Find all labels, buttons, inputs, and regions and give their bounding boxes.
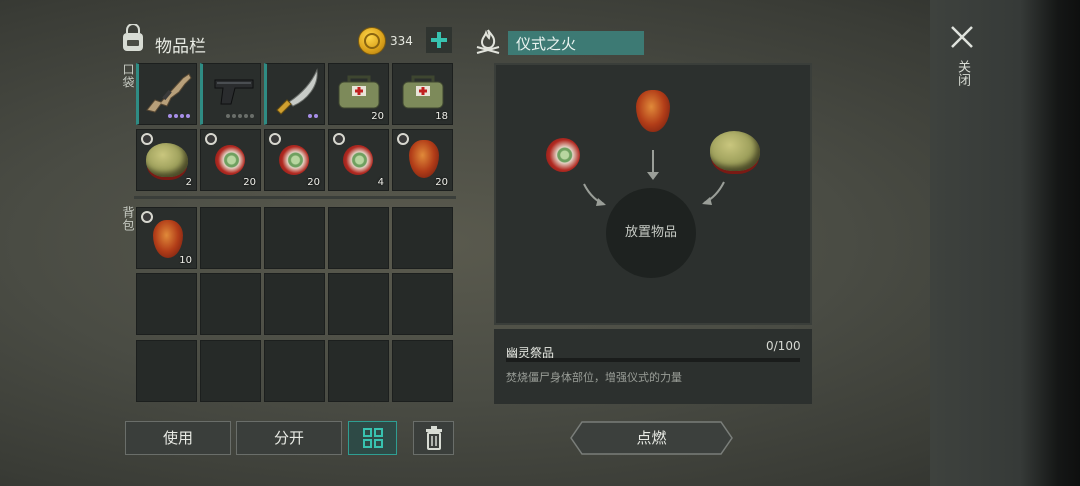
inventory-slot[interactable] xyxy=(200,340,261,402)
offering-progress: 0/100 xyxy=(766,339,801,353)
offering-description: 焚烧僵尸身体部位，增强仪式的力量 xyxy=(506,371,682,384)
close-icon[interactable] xyxy=(949,24,975,50)
inventory-slot[interactable] xyxy=(392,273,453,335)
pocket-label: 口袋 xyxy=(121,63,135,89)
timer-icon xyxy=(333,133,345,145)
item-count: 10 xyxy=(179,255,192,266)
medkit-bag-icon xyxy=(338,75,380,109)
item-count: 4 xyxy=(377,177,384,188)
inventory-slot[interactable]: 4 xyxy=(328,129,389,191)
medkit-bag-icon xyxy=(402,75,444,109)
inventory-slot[interactable]: 20 xyxy=(328,63,389,125)
brain-icon xyxy=(146,143,188,177)
item-count: 2 xyxy=(185,177,192,188)
inventory-slot[interactable] xyxy=(264,273,325,335)
grid-icon xyxy=(362,428,383,448)
inventory-slot[interactable] xyxy=(392,207,453,269)
inventory-slot[interactable] xyxy=(136,273,197,335)
backpack-label: 背包 xyxy=(121,206,135,232)
campfire-icon xyxy=(476,29,500,54)
item-count: 18 xyxy=(435,111,448,122)
inventory-slot[interactable]: 20 xyxy=(392,129,453,191)
inventory-slot[interactable] xyxy=(264,207,325,269)
inventory-title: 物品栏 xyxy=(155,37,206,57)
inventory-slot[interactable] xyxy=(136,340,197,402)
inventory-slot[interactable]: 2 xyxy=(136,129,197,191)
place-item-slot[interactable]: 放置物品 xyxy=(606,188,696,278)
use-button[interactable]: 使用 xyxy=(125,421,231,455)
offering-progress-bar xyxy=(506,358,800,362)
machete-icon xyxy=(276,68,318,115)
item-count: 20 xyxy=(371,111,384,122)
item-count: 20 xyxy=(307,177,320,188)
inventory-slot[interactable] xyxy=(264,340,325,402)
rarity-dots xyxy=(226,114,254,118)
inventory-slot[interactable] xyxy=(328,340,389,402)
ignite-button[interactable]: 点燃 xyxy=(570,421,733,455)
inventory-slot[interactable]: 20 xyxy=(264,129,325,191)
rarity-dots xyxy=(168,114,190,118)
rarity-dots xyxy=(308,114,318,118)
inventory-slot[interactable] xyxy=(200,207,261,269)
heart-icon xyxy=(409,140,439,178)
ritual-title: 仪式之火 xyxy=(508,31,644,55)
heart-icon xyxy=(153,220,183,258)
inventory-slot[interactable]: 10 xyxy=(136,207,197,269)
close-label[interactable]: 关闭 xyxy=(953,60,972,86)
coin-icon xyxy=(358,27,386,55)
coin-count: 334 xyxy=(390,34,413,48)
inventory-slot[interactable] xyxy=(392,340,453,402)
inventory-slot[interactable] xyxy=(328,273,389,335)
inventory-slot[interactable] xyxy=(136,63,197,125)
inventory-slot[interactable] xyxy=(328,207,389,269)
inventory-slot[interactable] xyxy=(200,63,261,125)
ignite-label: 点燃 xyxy=(636,429,667,447)
eyeball-icon xyxy=(215,145,245,175)
timer-icon xyxy=(141,211,153,223)
item-count: 20 xyxy=(243,177,256,188)
inventory-slot[interactable]: 18 xyxy=(392,63,453,125)
assault-rifle-icon xyxy=(146,73,192,113)
inventory-slot[interactable]: 20 xyxy=(200,129,261,191)
timer-icon xyxy=(269,133,281,145)
trash-icon xyxy=(425,426,442,450)
timer-icon xyxy=(205,133,217,145)
timer-icon xyxy=(141,133,153,145)
timer-icon xyxy=(397,133,409,145)
inventory-slot[interactable] xyxy=(264,63,325,125)
pistol-icon xyxy=(214,79,254,105)
section-divider xyxy=(134,196,456,199)
discard-button[interactable] xyxy=(413,421,454,455)
split-button[interactable]: 分开 xyxy=(236,421,342,455)
sort-button[interactable] xyxy=(348,421,397,455)
item-count: 20 xyxy=(435,177,448,188)
backpack-icon xyxy=(123,24,143,51)
add-coins-button[interactable] xyxy=(426,27,452,53)
inventory-slot[interactable] xyxy=(200,273,261,335)
offering-info-panel xyxy=(494,329,812,404)
eyeball-icon xyxy=(343,145,373,175)
eyeball-icon xyxy=(279,145,309,175)
